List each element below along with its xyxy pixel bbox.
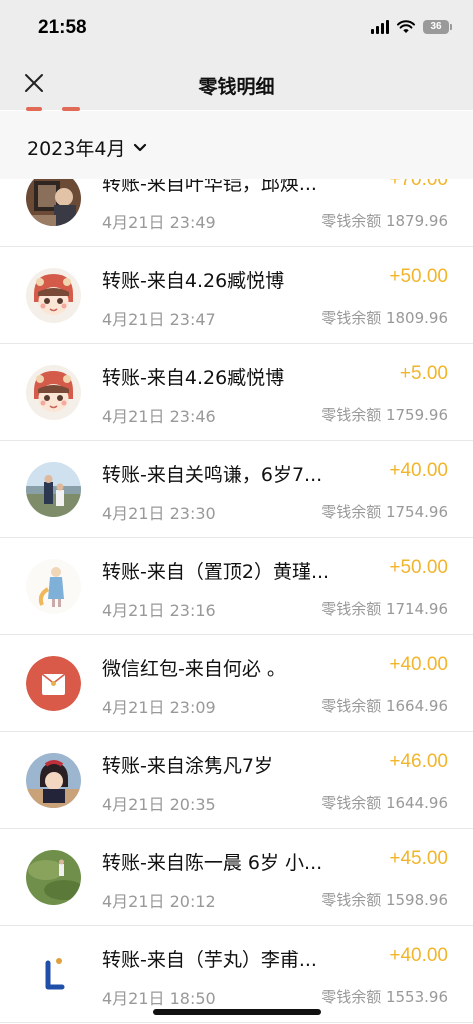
transaction-row[interactable]: 转账-来自4.26臧悦博 4月21日 23:46 +5.00 零钱余额 1759.96 [0, 344, 473, 441]
status-time: 21:58 [38, 17, 87, 38]
transaction-title: 转账-来自4.26臧悦博 [102, 367, 285, 389]
transaction-row[interactable]: 转账-来自陈一晨 6岁 小... 4月21日 20:12 +45.00 零钱余额 15… [0, 829, 473, 926]
cellular-signal-icon [371, 20, 389, 34]
transaction-row[interactable]: 转账-来自涂隽凡7岁 4月21日 20:35 +46.00 零钱余额 1644.96 [0, 732, 473, 829]
transaction-title: 转账-来自叶华铠，邱焕... [102, 179, 317, 195]
transaction-title: 转账-来自涂隽凡7岁 [102, 755, 273, 777]
transaction-title: 转账-来自（芋丸）李甫... [102, 949, 317, 971]
transaction-title: 转账-来自4.26臧悦博 [102, 270, 285, 292]
outdoor-photo-avatar [26, 462, 81, 517]
transaction-amount: +40.00 [389, 654, 448, 675]
balance-after: 零钱余额 1879.96 [321, 212, 448, 230]
transaction-date: 4月21日 23:49 [102, 213, 216, 232]
transaction-row[interactable]: 微信红包-来自何必 。 4月21日 23:09 +40.00 零钱余额 1664.96 [0, 635, 473, 732]
balance-after: 零钱余额 1664.96 [321, 697, 448, 715]
transaction-date: 4月21日 23:16 [102, 601, 216, 620]
chevron-down-icon [134, 143, 147, 151]
transaction-amount: +40.00 [389, 945, 448, 966]
transaction-amount: +45.00 [389, 848, 448, 869]
photo-avatar [26, 179, 81, 226]
balance-after: 零钱余额 1598.96 [321, 891, 448, 909]
month-label: 2023年4月 [27, 138, 126, 160]
transaction-row[interactable]: 转账-来自关鸣谦，6岁7... 4月21日 23:30 +40.00 零钱余额 175… [0, 441, 473, 538]
transaction-date: 4月21日 23:09 [102, 698, 216, 717]
transaction-date: 4月21日 20:12 [102, 892, 216, 911]
transaction-amount: +5.00 [399, 363, 448, 384]
transaction-row[interactable]: 转账-来自4.26臧悦博 4月21日 23:47 +50.00 零钱余额 1809.9… [0, 247, 473, 344]
balance-after: 零钱余额 1809.96 [321, 309, 448, 327]
transaction-amount: +50.00 [389, 557, 448, 578]
battery-icon: 36 [423, 20, 452, 34]
cartoon-girl-avatar [26, 268, 81, 323]
transaction-title: 微信红包-来自何必 。 [102, 658, 286, 680]
transaction-date: 4月21日 23:30 [102, 504, 216, 523]
status-icons: 36 [371, 20, 452, 34]
transaction-date: 4月21日 18:50 [102, 989, 216, 1008]
red-packet-icon [26, 656, 81, 711]
filter-bar: 2023年4月 [0, 111, 473, 179]
balance-after: 零钱余额 1754.96 [321, 503, 448, 521]
grass-photo-avatar [26, 850, 81, 905]
transaction-title: 转账-来自关鸣谦，6岁7... [102, 464, 323, 486]
balance-after: 零钱余额 1644.96 [321, 794, 448, 812]
nav-bar: 零钱明细 [0, 60, 473, 110]
transaction-amount: +50.00 [389, 266, 448, 287]
transaction-row[interactable]: 转账-来自（置顶2）黄瑾... 4月21日 23:16 +50.00 零钱余额 171… [0, 538, 473, 635]
transaction-date: 4月21日 23:47 [102, 310, 216, 329]
status-bar: 21:58 36 [0, 0, 473, 60]
transaction-date: 4月21日 23:46 [102, 407, 216, 426]
anime-girl-avatar [26, 753, 81, 808]
transaction-title: 转账-来自（置顶2）黄瑾... [102, 561, 330, 583]
letter-l-avatar [26, 947, 81, 1002]
page-title: 零钱明细 [198, 76, 275, 98]
transaction-amount: +46.00 [389, 751, 448, 772]
transaction-row[interactable]: 转账-来自叶华铠，邱焕... 4月21日 23:49 +70.00 零钱余额 1879… [0, 179, 473, 247]
balance-after: 零钱余额 1553.96 [321, 988, 448, 1006]
balance-after: 零钱余额 1759.96 [321, 406, 448, 424]
cartoon-girl-avatar [26, 365, 81, 420]
transaction-title: 转账-来自陈一晨 6岁 小... [102, 852, 323, 874]
transaction-amount: +40.00 [389, 460, 448, 481]
transaction-amount: +70.00 [389, 179, 448, 190]
month-picker[interactable]: 2023年4月 [27, 134, 147, 161]
transaction-list[interactable]: 转账-来自叶华铠，邱焕... 4月21日 23:49 +70.00 零钱余额 1879… [0, 179, 473, 1024]
illustration-avatar [26, 559, 81, 614]
wifi-icon [397, 20, 415, 33]
transaction-date: 4月21日 20:35 [102, 795, 216, 814]
home-indicator [153, 1009, 321, 1015]
balance-after: 零钱余额 1714.96 [321, 600, 448, 618]
row-divider [0, 1022, 473, 1023]
